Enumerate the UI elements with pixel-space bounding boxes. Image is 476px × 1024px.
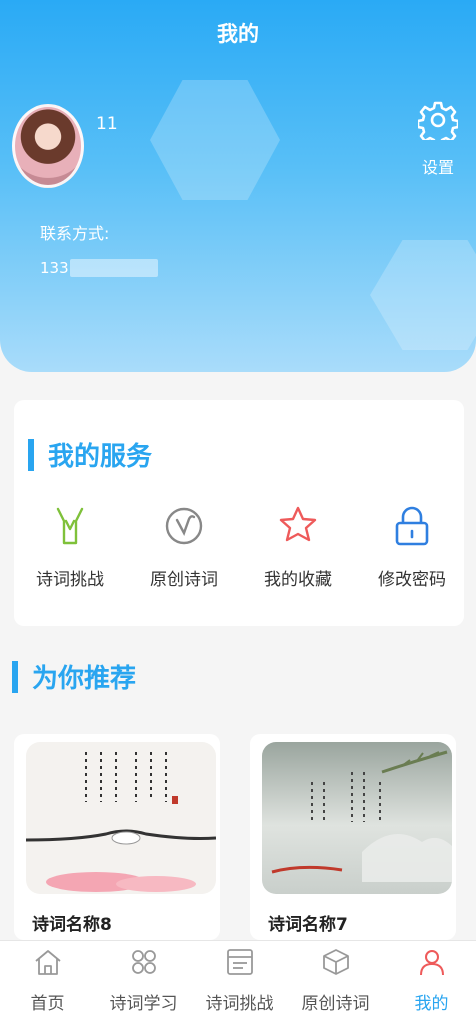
tab-label: 诗词学习 [109, 994, 178, 1014]
tab-poem-study[interactable]: 诗词学习 [96, 941, 191, 1024]
services-title: 我的服务 [28, 436, 152, 473]
star-icon [279, 506, 317, 542]
profile-header: 我的 11 设置 联系方式: 133 [0, 0, 476, 372]
contact-label: 联系方式: [40, 224, 110, 243]
poem-artwork [26, 752, 216, 892]
settings-label: 设置 [421, 158, 454, 177]
pen-circle-icon [165, 507, 203, 545]
box-icon [322, 949, 349, 975]
service-label: 我的收藏 [264, 570, 332, 590]
service-original-poem[interactable]: 原创诗词 [134, 505, 234, 590]
service-change-password[interactable]: 修改密码 [362, 505, 462, 590]
tab-label: 原创诗词 [301, 994, 370, 1014]
username: 11 [96, 114, 118, 134]
grid-icon [131, 950, 156, 974]
board-icon [226, 949, 253, 975]
title-accent-bar [28, 438, 34, 471]
poem-name: 诗词名称8 [32, 915, 112, 935]
settings-button[interactable]: 设置 [416, 100, 460, 178]
recommend-title: 为你推荐 [12, 658, 136, 695]
user-icon [419, 950, 444, 976]
gear-icon [416, 101, 460, 147]
tab-home[interactable]: 首页 [0, 941, 95, 1024]
recommend-card[interactable]: 诗词名称7 [250, 734, 456, 940]
service-label: 诗词挑战 [36, 570, 104, 590]
bottom-tabbar: 首页 诗词学习 诗词挑战 原创诗词 我的 [0, 940, 476, 1024]
service-poem-challenge[interactable]: 诗词挑战 [20, 505, 120, 590]
decor-hexagon [150, 80, 280, 200]
tab-label: 首页 [30, 994, 65, 1014]
home-icon [34, 950, 61, 975]
decor-hexagon [370, 240, 476, 350]
recommend-card[interactable]: 诗词名称8 [14, 734, 220, 940]
poem-artwork [271, 750, 452, 882]
tab-label: 我的 [414, 994, 449, 1014]
poem-name: 诗词名称7 [268, 915, 348, 935]
tab-poem-challenge[interactable]: 诗词挑战 [192, 941, 287, 1024]
lock-icon [395, 506, 429, 546]
poem-image [262, 742, 452, 894]
phone-redaction [70, 259, 158, 277]
recommend-title-text: 为你推荐 [32, 664, 137, 694]
tab-mine[interactable]: 我的 [384, 941, 476, 1024]
tab-label: 诗词挑战 [205, 994, 274, 1014]
avatar[interactable] [12, 104, 84, 188]
title-accent-bar [12, 660, 18, 693]
tab-original-poem[interactable]: 原创诗词 [288, 941, 383, 1024]
service-favorites[interactable]: 我的收藏 [248, 505, 348, 590]
service-label: 原创诗词 [150, 570, 218, 590]
services-title-text: 我的服务 [48, 442, 153, 472]
poem-image [26, 742, 216, 894]
contact-phone: 133 [40, 259, 69, 277]
mortar-board-icon [56, 507, 84, 545]
page-title: 我的 [217, 22, 259, 46]
service-label: 修改密码 [378, 570, 446, 590]
